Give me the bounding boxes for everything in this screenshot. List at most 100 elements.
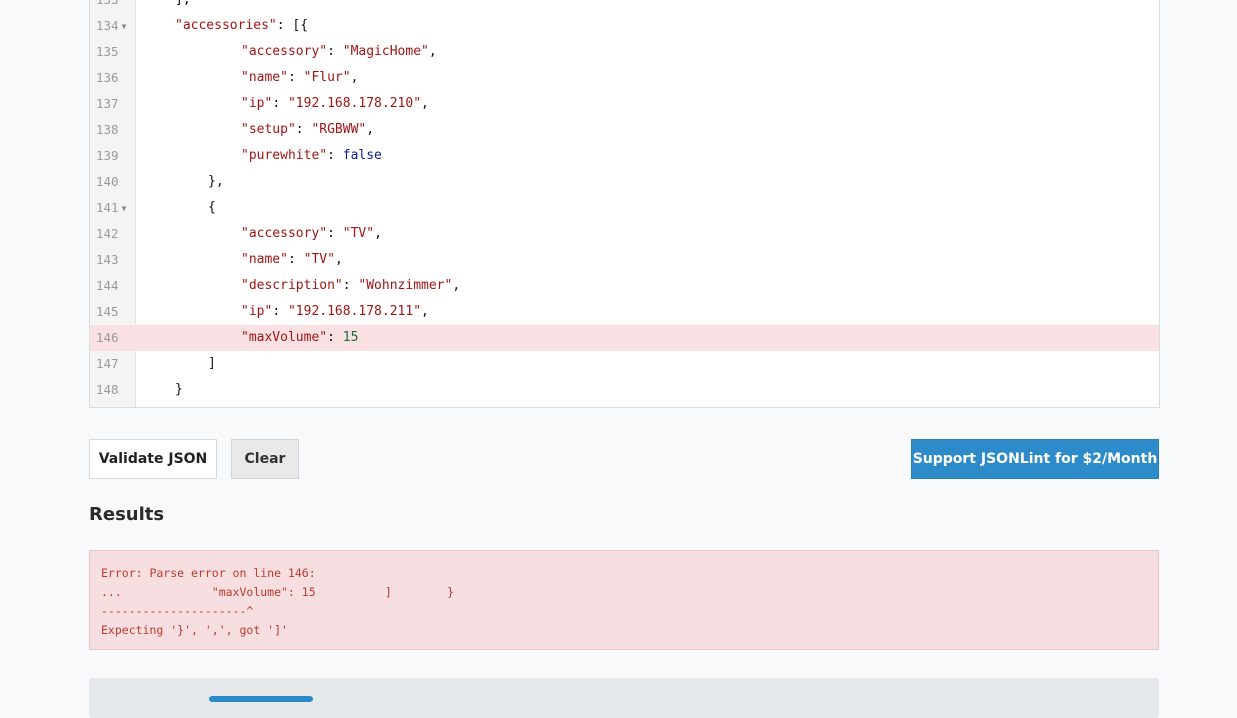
- validate-json-button[interactable]: Validate JSON: [89, 439, 217, 479]
- json-punctuation: ,: [421, 304, 429, 319]
- line-number: 138: [90, 117, 135, 143]
- code-text[interactable]: "accessories": [{: [175, 13, 308, 39]
- code-line[interactable]: 140},: [90, 169, 1159, 195]
- code-line[interactable]: 144 "description": "Wohnzimmer",: [90, 273, 1159, 299]
- error-message: Error: Parse error on line 146: ... "max…: [101, 566, 455, 637]
- line-number: 148: [90, 377, 135, 403]
- line-number-text: 141: [96, 200, 119, 215]
- code-line[interactable]: 138 "setup": "RGBWW",: [90, 117, 1159, 143]
- line-number: 145: [90, 299, 135, 325]
- line-number: 137: [90, 91, 135, 117]
- code-text[interactable]: "accessory": "MagicHome",: [241, 39, 437, 65]
- json-punctuation: ,: [374, 226, 382, 241]
- json-punctuation: :: [272, 304, 288, 319]
- code-line[interactable]: 136 "name": "Flur",: [90, 65, 1159, 91]
- clear-button[interactable]: Clear: [231, 439, 299, 479]
- json-punctuation: ,: [334, 252, 343, 267]
- line-number-text: 148: [96, 382, 119, 397]
- json-key: "accessory": [241, 226, 328, 241]
- json-punctuation: :: [287, 252, 304, 267]
- json-key: "accessories": [175, 18, 277, 33]
- code-text[interactable]: ],: [175, 0, 191, 13]
- json-punctuation: ]: [208, 356, 216, 371]
- code-text[interactable]: "ip": "192.168.178.210",: [241, 91, 429, 117]
- json-editor[interactable]: 133],134▼"accessories": [{135"accessory"…: [89, 0, 1160, 408]
- fold-toggle-icon[interactable]: ▼: [122, 22, 127, 31]
- json-string: "MagicHome": [342, 44, 429, 59]
- code-line[interactable]: 145 "ip": "192.168.178.211",: [90, 299, 1159, 325]
- line-number: 142: [90, 221, 135, 247]
- line-number: 146: [90, 325, 135, 351]
- json-key: "setup": [241, 122, 296, 137]
- code-line[interactable]: 147]: [90, 351, 1159, 377]
- bottom-panel: [89, 678, 1159, 718]
- line-number-text: 133: [96, 0, 119, 7]
- code-line[interactable]: 139 "purewhite": false: [90, 143, 1159, 169]
- json-punctuation: : [{: [276, 18, 309, 33]
- results-heading: Results: [89, 504, 165, 525]
- json-key: "name": [241, 70, 288, 85]
- line-number: 136: [90, 65, 135, 91]
- json-number: 15: [342, 330, 359, 345]
- code-line[interactable]: 142 "accessory": "TV",: [90, 221, 1159, 247]
- json-punctuation: :: [327, 148, 343, 163]
- json-punctuation: :: [327, 226, 343, 241]
- line-number: 147: [90, 351, 135, 377]
- code-text[interactable]: "accessory": "TV",: [241, 221, 382, 247]
- code-line[interactable]: 135 "accessory": "MagicHome",: [90, 39, 1159, 65]
- code-text[interactable]: }: [175, 377, 183, 403]
- line-number-text: 143: [96, 252, 119, 267]
- code-text[interactable]: },: [208, 169, 224, 195]
- line-number: 134 ▼: [90, 13, 135, 39]
- line-number-text: 144: [96, 278, 119, 293]
- code-text[interactable]: "name": "TV",: [241, 247, 343, 273]
- line-number-text: 146: [96, 330, 119, 345]
- json-boolean: false: [342, 148, 382, 163]
- json-key: "purewhite": [241, 148, 328, 163]
- code-text[interactable]: ]: [208, 351, 216, 377]
- code-line[interactable]: 134 ▼ "accessories": [{: [90, 13, 1159, 39]
- code-text[interactable]: "maxVolume": 15: [241, 325, 358, 351]
- code-line[interactable]: 143 "name": "TV",: [90, 247, 1159, 273]
- json-punctuation: :: [327, 330, 343, 345]
- code-line-error[interactable]: 146 "maxVolume": 15: [90, 325, 1159, 351]
- fold-toggle-icon[interactable]: ▼: [122, 204, 127, 213]
- code-line[interactable]: 141 ▼ {: [90, 195, 1159, 221]
- line-number-text: 136: [96, 70, 119, 85]
- code-text[interactable]: "description": "Wohnzimmer",: [241, 273, 460, 299]
- code-line[interactable]: 137 "ip": "192.168.178.210",: [90, 91, 1159, 117]
- code-line[interactable]: 133],: [90, 0, 1159, 13]
- code-text[interactable]: "setup": "RGBWW",: [241, 117, 374, 143]
- json-string: "Flur": [303, 70, 351, 85]
- code-text[interactable]: "ip": "192.168.178.211",: [241, 299, 429, 325]
- line-number: 133: [90, 0, 135, 13]
- json-punctuation: }: [175, 382, 183, 397]
- json-string: "TV": [342, 226, 375, 241]
- json-key: "ip": [241, 96, 273, 111]
- code-line[interactable]: 148}: [90, 377, 1159, 403]
- line-number-text: 134: [96, 18, 119, 33]
- bottom-accent-button[interactable]: [209, 696, 313, 702]
- support-jsonlint-button[interactable]: Support JSONLint for $2/Month: [911, 439, 1159, 479]
- line-number-text: 138: [96, 122, 119, 137]
- line-number: 135: [90, 39, 135, 65]
- code-text[interactable]: {: [208, 195, 216, 221]
- line-number: 144: [90, 273, 135, 299]
- line-number: 141 ▼: [90, 195, 135, 221]
- json-punctuation: ,: [428, 44, 437, 59]
- error-result-box: Error: Parse error on line 146: ... "max…: [89, 550, 1159, 650]
- json-string: "RGBWW": [311, 122, 367, 137]
- line-number-text: 147: [96, 356, 119, 371]
- code-text[interactable]: "purewhite": false: [241, 143, 382, 169]
- json-key: "maxVolume": [241, 330, 328, 345]
- json-punctuation: :: [342, 278, 359, 293]
- line-number: 143: [90, 247, 135, 273]
- json-punctuation: :: [295, 122, 312, 137]
- json-punctuation: ,: [452, 278, 461, 293]
- json-punctuation: :: [287, 70, 304, 85]
- line-number-text: 140: [96, 174, 119, 189]
- json-punctuation: ,: [350, 70, 359, 85]
- json-punctuation: :: [327, 44, 343, 59]
- json-string: "192.168.178.211": [287, 304, 422, 319]
- code-text[interactable]: "name": "Flur",: [241, 65, 358, 91]
